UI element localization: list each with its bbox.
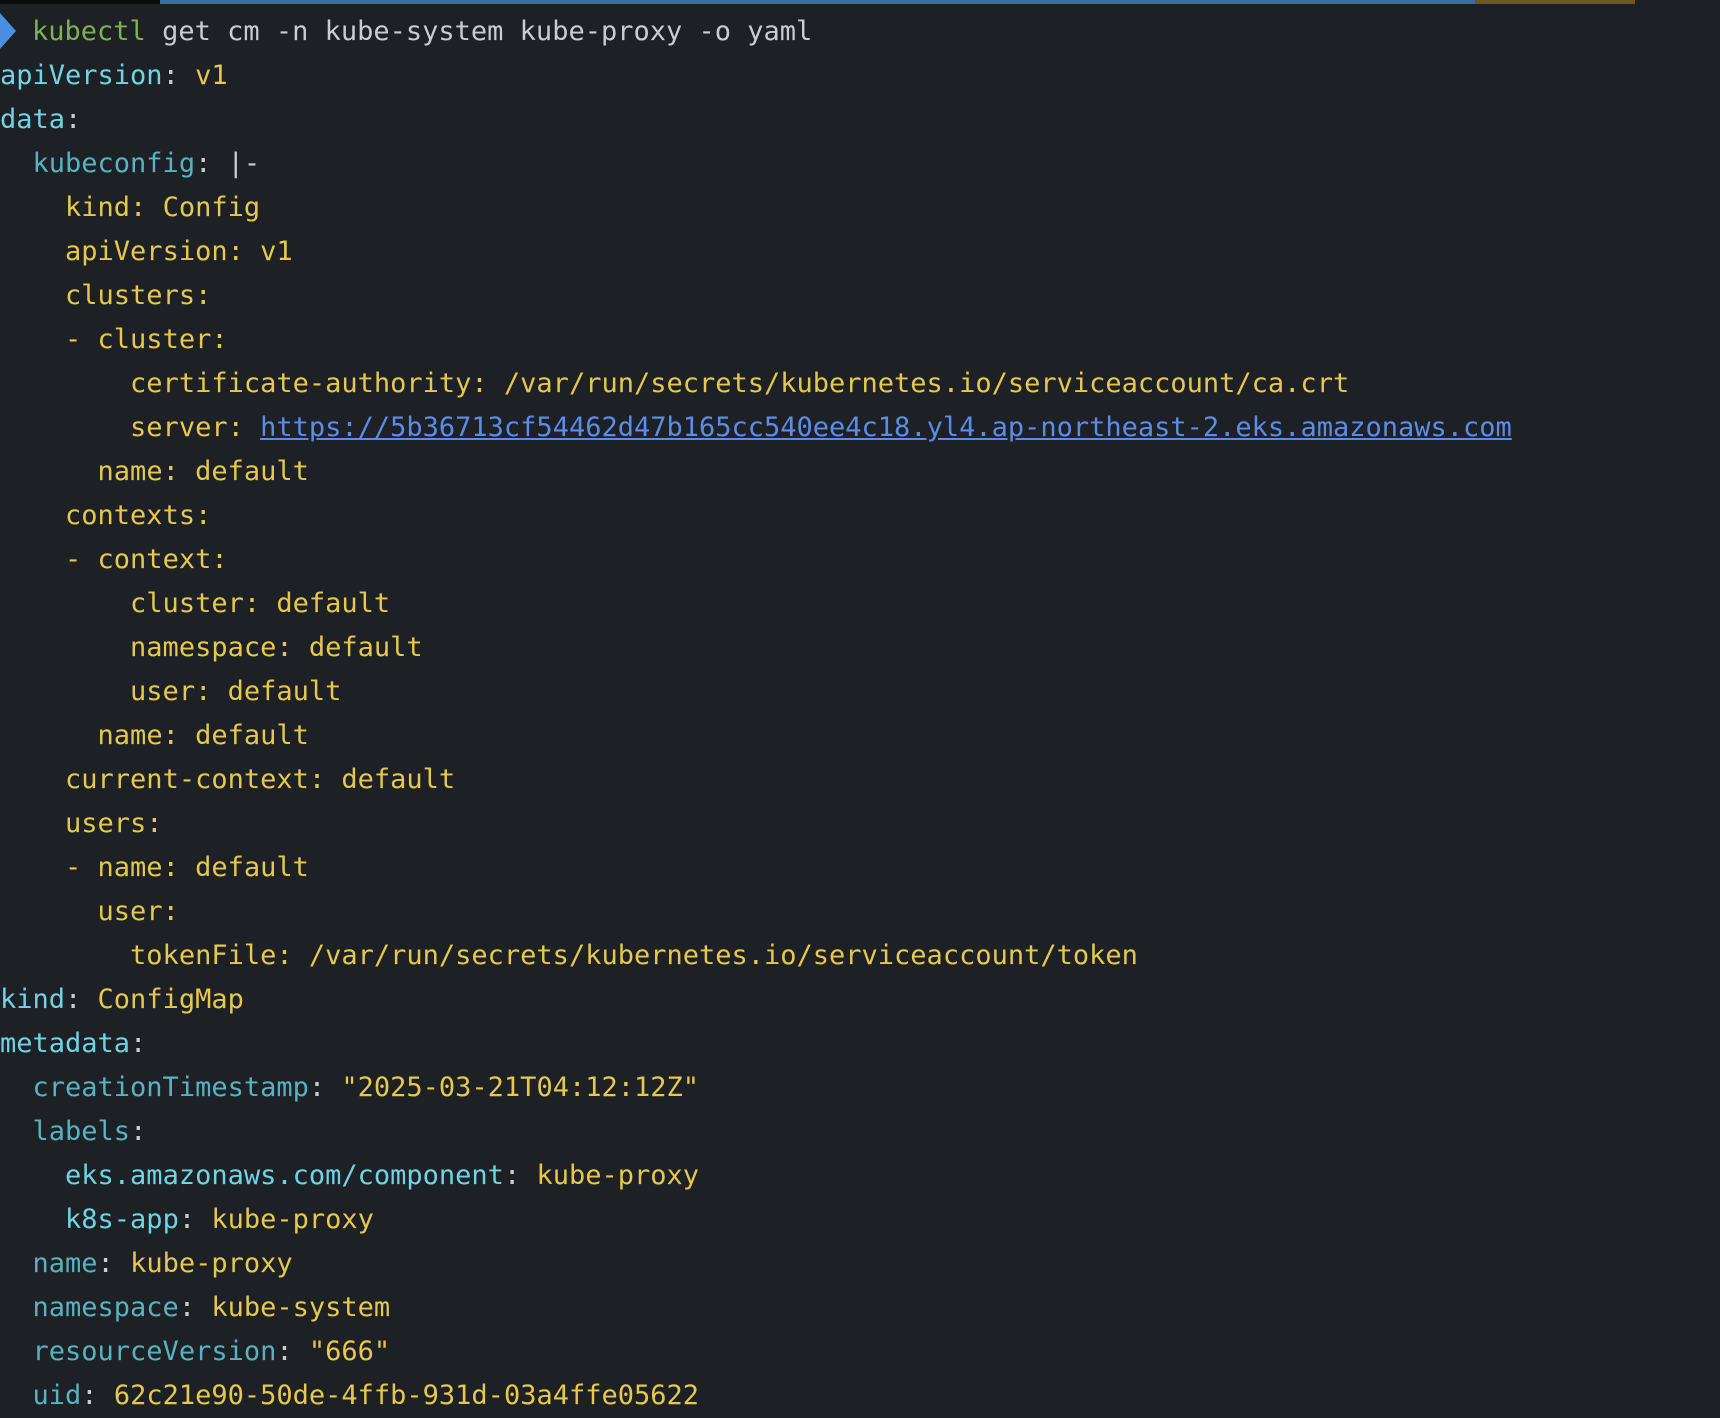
top-bar-segment-blue [160, 0, 1475, 4]
yaml-block-text: contexts: [65, 500, 212, 531]
yaml-block-line: current-context: default [0, 758, 1720, 802]
yaml-line-data: data: [0, 104, 82, 135]
yaml-line-apiversion: apiVersion: v1 [0, 60, 228, 91]
yaml-block-text: user: default [130, 676, 342, 707]
yaml-block-line: name: default [0, 450, 1720, 494]
yaml-key: eks.amazonaws.com/component [65, 1160, 504, 1191]
yaml-key: labels [32, 1116, 131, 1147]
yaml-line-kubeconfig: kubeconfig: |- [32, 148, 261, 179]
yaml-value: ConfigMap [97, 984, 244, 1015]
yaml-line-namespace: namespace: kube-system [32, 1292, 391, 1323]
yaml-value: "2025-03-21T04:12:12Z" [341, 1072, 699, 1103]
yaml-block-text: - context: [65, 544, 228, 575]
yaml-key: kubeconfig [32, 148, 196, 179]
yaml-block-line: namespace: default [0, 626, 1720, 670]
yaml-value: kube-proxy [536, 1160, 700, 1191]
yaml-block-text: apiVersion: v1 [65, 236, 293, 267]
yaml-value: "666" [308, 1336, 391, 1367]
yaml-block-text: certificate-authority: /var/run/secrets/… [130, 368, 1350, 399]
yaml-line-labels: labels: [32, 1116, 147, 1147]
yaml-block-text: namespace: default [130, 632, 423, 663]
command-name: kubectl [32, 16, 146, 47]
yaml-key: apiVersion [0, 60, 163, 91]
yaml-block-text: - name: default [65, 852, 309, 883]
yaml-value: kube-system [211, 1292, 391, 1323]
yaml-key: name [32, 1248, 98, 1279]
yaml-block-text: users: [65, 808, 163, 839]
yaml-block-text: - cluster: [65, 324, 228, 355]
yaml-block-line: tokenFile: /var/run/secrets/kubernetes.i… [0, 934, 1720, 978]
window-top-bar [0, 0, 1720, 4]
yaml-block-text: name: default [97, 456, 309, 487]
top-bar-segment-gold [1475, 0, 1635, 4]
yaml-block-line: - cluster: [0, 318, 1720, 362]
yaml-line-label-component: eks.amazonaws.com/component: kube-proxy [65, 1160, 700, 1191]
yaml-key: k8s-app [65, 1204, 179, 1235]
yaml-value: kube-proxy [211, 1204, 374, 1235]
yaml-block-text: user: [97, 896, 179, 927]
yaml-key: metadata [0, 1028, 131, 1059]
yaml-key: resourceVersion [32, 1336, 277, 1367]
command-args: get cm -n kube-system kube-proxy -o yaml [162, 16, 813, 47]
yaml-block-line: - context: [0, 538, 1720, 582]
yaml-block-line: cluster: default [0, 582, 1720, 626]
yaml-line-name: name: kube-proxy [32, 1248, 293, 1279]
terminal-output[interactable]: kubectl get cm -n kube-system kube-proxy… [0, 10, 1720, 1418]
top-bar-segment-dark [0, 0, 160, 4]
yaml-block-line: apiVersion: v1 [0, 230, 1720, 274]
yaml-block-text: kind: Config [65, 192, 261, 223]
yaml-block-text: server: [130, 412, 261, 443]
yaml-line-creation-timestamp: creationTimestamp: "2025-03-21T04:12:12Z… [32, 1072, 699, 1103]
yaml-block-line: name: default [0, 714, 1720, 758]
yaml-key: data [0, 104, 66, 135]
yaml-block-line: kind: Config [0, 186, 1720, 230]
command-line: kubectl get cm -n kube-system kube-proxy… [0, 10, 1720, 54]
yaml-line-resource-version: resourceVersion: "666" [32, 1336, 391, 1367]
yaml-line-kind: kind: ConfigMap [0, 984, 244, 1015]
yaml-key: creationTimestamp [32, 1072, 309, 1103]
yaml-block-text: clusters: [65, 280, 212, 311]
yaml-line-label-app: k8s-app: kube-proxy [65, 1204, 374, 1235]
yaml-block-text: name: default [97, 720, 309, 751]
yaml-line-uid: uid: 62c21e90-50de-4ffb-931d-03a4ffe0562… [32, 1380, 700, 1411]
yaml-block-line: user: default [0, 670, 1720, 714]
yaml-block-line: users: [0, 802, 1720, 846]
yaml-block-line: server: https://5b36713cf54462d47b165cc5… [0, 406, 1720, 450]
yaml-block-line: contexts: [0, 494, 1720, 538]
yaml-block-line: certificate-authority: /var/run/secrets/… [0, 362, 1720, 406]
yaml-block-text: tokenFile: /var/run/secrets/kubernetes.i… [130, 940, 1138, 971]
yaml-key: kind [0, 984, 66, 1015]
yaml-key: uid [32, 1380, 82, 1411]
server-url-link[interactable]: https://5b36713cf54462d47b165cc540ee4c18… [260, 412, 1512, 443]
yaml-value: v1 [195, 60, 228, 91]
yaml-line-metadata: metadata: [0, 1028, 147, 1059]
yaml-value: kube-proxy [130, 1248, 293, 1279]
yaml-key: namespace [32, 1292, 179, 1323]
yaml-block-text: cluster: default [130, 588, 391, 619]
yaml-block-line: - name: default [0, 846, 1720, 890]
yaml-block-line: clusters: [0, 274, 1720, 318]
prompt-arrow-icon [0, 12, 16, 49]
yaml-block-text: current-context: default [65, 764, 456, 795]
yaml-block-indicator: |- [227, 148, 261, 179]
yaml-value: 62c21e90-50de-4ffb-931d-03a4ffe05622 [113, 1380, 700, 1411]
yaml-block-line: user: [0, 890, 1720, 934]
